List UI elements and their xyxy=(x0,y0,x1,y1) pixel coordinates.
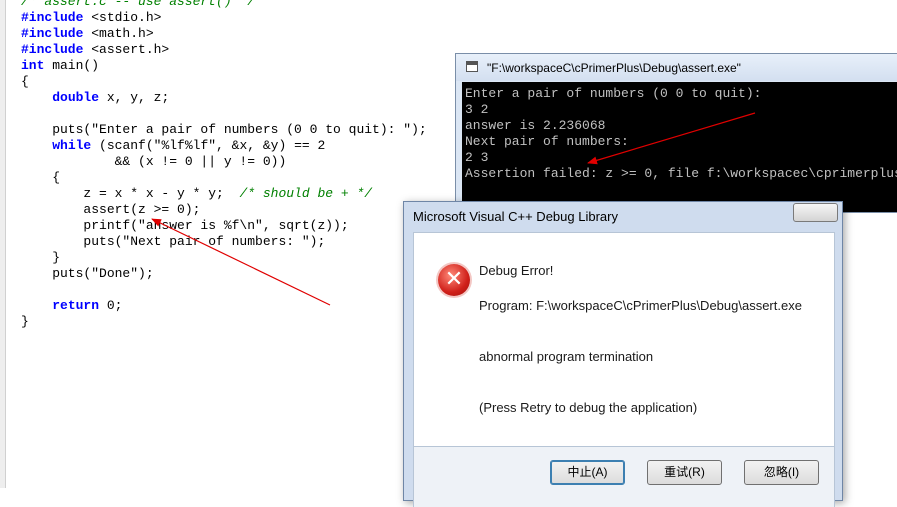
code-line: #include <math.h> xyxy=(21,26,427,42)
console-output: Enter a pair of numbers (0 0 to quit): 3… xyxy=(465,86,897,181)
code-token: } xyxy=(21,250,61,265)
code-line: while (scanf("%lf%lf", &x, &y) == 2 xyxy=(21,138,427,154)
code-line: { xyxy=(21,170,427,186)
console-body[interactable]: Enter a pair of numbers (0 0 to quit): 3… xyxy=(462,82,897,212)
code-token: z = x * x - y * y; xyxy=(21,186,240,201)
abort-button[interactable]: 中止(A) xyxy=(550,460,625,485)
code-line: puts("Next pair of numbers: "); xyxy=(21,234,427,250)
console-title: "F:\workspaceC\cPrimerPlus\Debug\assert.… xyxy=(487,61,741,75)
dialog-close-button[interactable] xyxy=(793,203,838,222)
code-line: #include <stdio.h> xyxy=(21,10,427,26)
code-directive: #include xyxy=(21,26,84,41)
code-token: main() xyxy=(44,58,100,73)
dialog-hint: (Press Retry to debug the application) xyxy=(479,400,698,415)
code-line: printf("answer is %f\n", sqrt(z)); xyxy=(21,218,427,234)
code-keyword: return xyxy=(52,298,100,313)
code-keyword: double xyxy=(52,90,100,105)
code-line: return 0; xyxy=(21,298,427,314)
code-token: <stdio.h> xyxy=(83,10,162,25)
code-line: } xyxy=(21,314,427,330)
code-line: puts("Enter a pair of numbers (0 0 to qu… xyxy=(21,122,427,138)
code-directive: #include xyxy=(21,10,84,25)
code-comment: /* assert.c -- use assert() */ xyxy=(21,0,256,9)
retry-button[interactable]: 重试(R) xyxy=(647,460,722,485)
code-line: int main() xyxy=(21,58,427,74)
source-code[interactable]: /* assert.c -- use assert() */#include <… xyxy=(21,0,427,330)
code-token: (scanf("%lf%lf", &x, &y) == 2 xyxy=(91,138,326,153)
dialog-button-bar: 中止(A) 重试(R) 忽略(I) xyxy=(413,447,835,507)
code-directive: #include xyxy=(21,42,84,57)
console-window[interactable]: "F:\workspaceC\cPrimerPlus\Debug\assert.… xyxy=(455,53,897,213)
code-line: /* assert.c -- use assert() */ xyxy=(21,0,427,10)
console-window-icon xyxy=(466,61,478,72)
dialog-message: abnormal program termination xyxy=(479,349,654,364)
dialog-program-path: Program: F:\workspaceC\cPrimerPlus\Debug… xyxy=(479,298,802,313)
code-token: <math.h> xyxy=(83,26,154,41)
code-token: puts("Done"); xyxy=(21,266,154,281)
code-token: { xyxy=(21,74,29,89)
code-line: } xyxy=(21,250,427,266)
code-line: && (x != 0 || y != 0)) xyxy=(21,154,427,170)
error-icon: ✕ xyxy=(438,264,470,296)
ignore-button[interactable]: 忽略(I) xyxy=(744,460,819,485)
editor-gutter xyxy=(0,0,6,488)
code-token: <assert.h> xyxy=(83,42,170,57)
code-line: #include <assert.h> xyxy=(21,42,427,58)
console-titlebar[interactable]: "F:\workspaceC\cPrimerPlus\Debug\assert.… xyxy=(456,54,897,81)
code-token: && (x != 0 || y != 0)) xyxy=(21,154,287,169)
code-token: assert(z >= 0); xyxy=(21,202,201,217)
code-keyword: int xyxy=(21,58,45,73)
code-line: { xyxy=(21,74,427,90)
debug-error-dialog[interactable]: Microsoft Visual C++ Debug Library ✕ Deb… xyxy=(403,201,843,507)
code-token: } xyxy=(21,314,29,329)
code-token: x, y, z; xyxy=(99,90,170,105)
code-token: { xyxy=(21,170,61,185)
dialog-content: ✕ Debug Error! Program: F:\workspaceC\cP… xyxy=(413,232,835,447)
code-token: puts("Enter a pair of numbers (0 0 to qu… xyxy=(21,122,427,137)
dialog-heading: Debug Error! xyxy=(479,263,554,278)
code-line: puts("Done"); xyxy=(21,266,427,282)
code-token: printf("answer is %f\n", sqrt(z)); xyxy=(21,218,349,233)
dialog-title: Microsoft Visual C++ Debug Library xyxy=(413,209,618,224)
code-comment: /* should be + */ xyxy=(239,186,373,201)
code-token: 0; xyxy=(99,298,123,313)
code-token: puts("Next pair of numbers: "); xyxy=(21,234,326,249)
code-line: assert(z >= 0); xyxy=(21,202,427,218)
code-line: double x, y, z; xyxy=(21,90,427,106)
code-line: z = x * x - y * y; /* should be + */ xyxy=(21,186,427,202)
code-keyword: while xyxy=(52,138,92,153)
